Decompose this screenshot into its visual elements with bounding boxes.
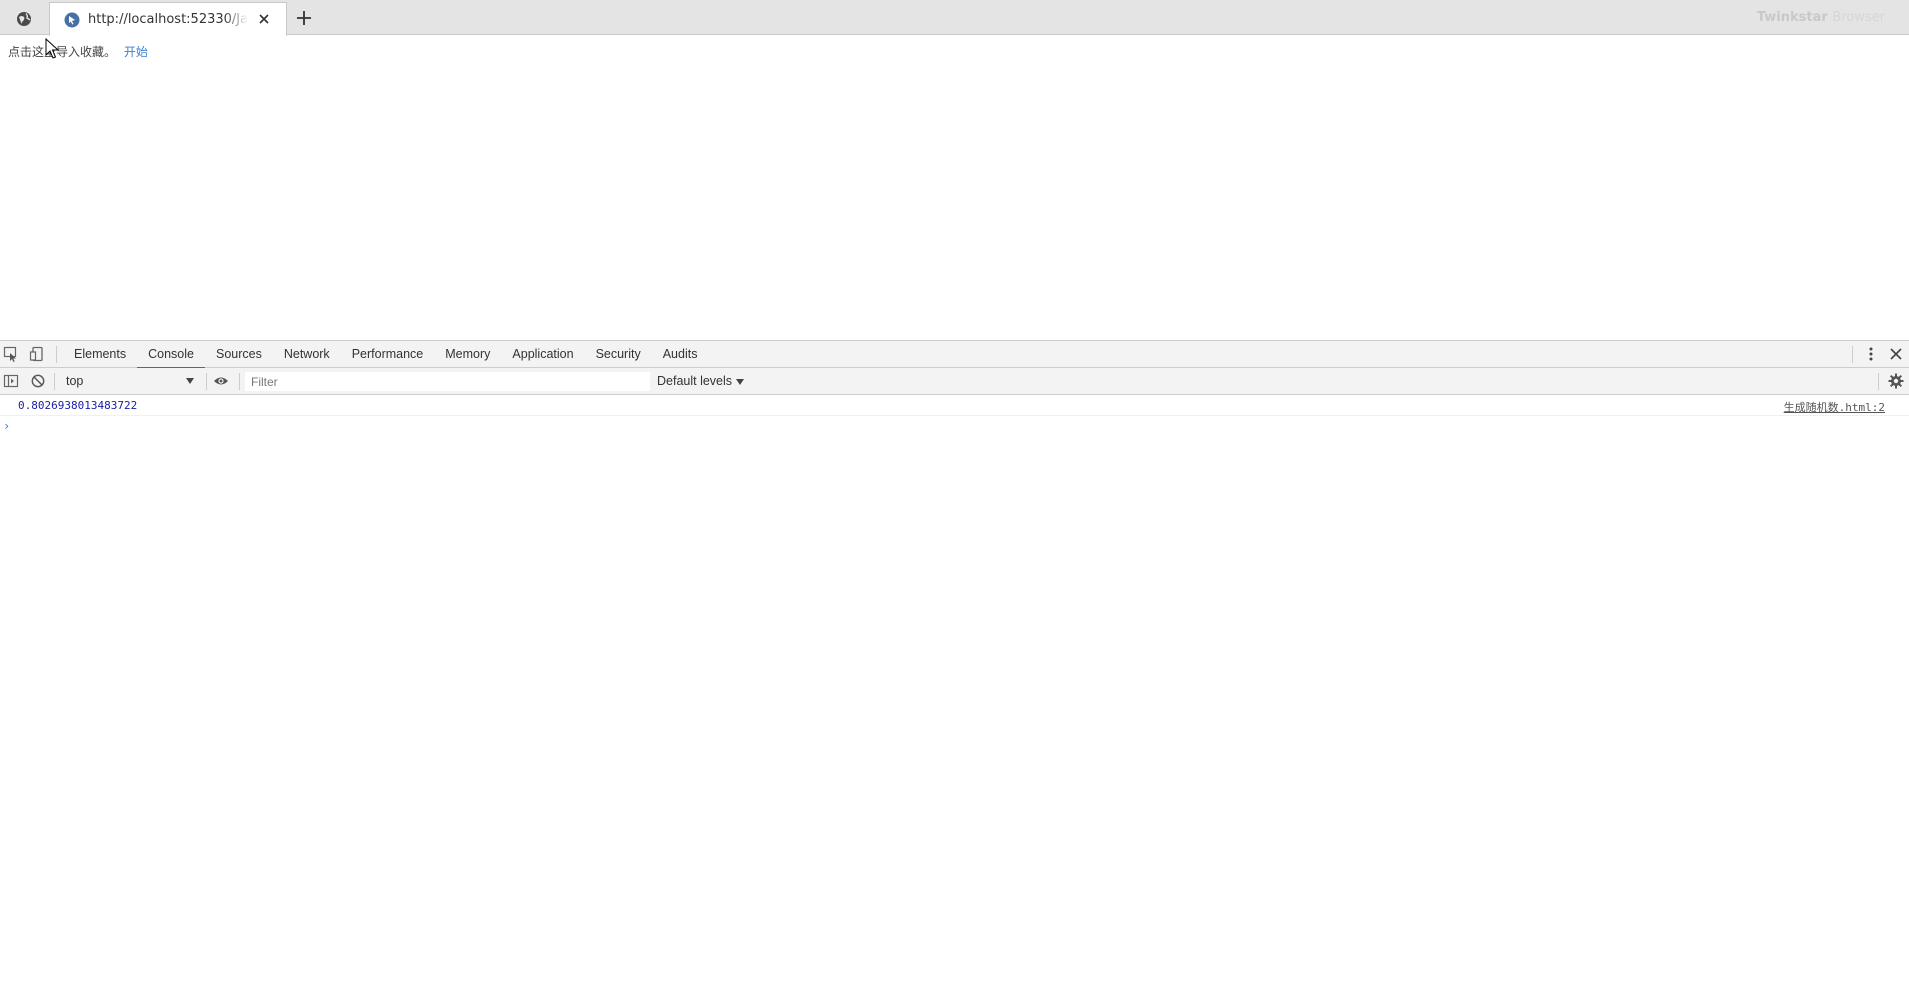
- toolbar-right-separator: [1878, 373, 1879, 390]
- tab-sources[interactable]: Sources: [205, 341, 273, 368]
- new-tab-button[interactable]: [292, 6, 316, 30]
- notice-start-link[interactable]: 开始: [124, 45, 148, 59]
- console-input-prompt[interactable]: ›: [3, 417, 1903, 435]
- toggle-sidebar-button[interactable]: [2, 372, 20, 390]
- toolbar-separator: [54, 373, 55, 390]
- browser-brand: Twinkstar Browser: [1757, 10, 1885, 25]
- inspect-element-button[interactable]: [2, 345, 20, 363]
- device-toolbar-button[interactable]: [28, 345, 46, 363]
- console-source-link[interactable]: 生成随机数.html:2: [1784, 399, 1885, 415]
- toolbar-separator: [206, 373, 207, 390]
- console-message-row: 0.8026938013483722 生成随机数.html:2: [0, 396, 1909, 416]
- tabbar-separator: [56, 346, 57, 363]
- tab-title: http://localhost:52330/JavaScript: [88, 12, 248, 27]
- device-icon: [29, 346, 43, 362]
- devtools-tabbar: Elements Console Sources Network Perform…: [0, 341, 1909, 369]
- context-selector[interactable]: top: [60, 372, 198, 391]
- console-log-value[interactable]: 0.8026938013483722: [18, 399, 137, 412]
- console-settings-button[interactable]: [1887, 372, 1905, 390]
- dropdown-arrow-icon: [186, 378, 194, 384]
- gear-icon: [1888, 373, 1904, 389]
- brand-suffix: Browser: [1832, 10, 1885, 25]
- close-devtools-button[interactable]: [1887, 345, 1905, 363]
- tab-network[interactable]: Network: [273, 341, 341, 368]
- mouse-cursor-icon: [45, 38, 59, 59]
- tab-console[interactable]: Console: [137, 341, 205, 369]
- tab-application[interactable]: Application: [501, 341, 584, 368]
- notice-text: 点击这里导入收藏。: [8, 45, 117, 59]
- levels-label: Default levels: [657, 374, 733, 388]
- tab-elements[interactable]: Elements: [63, 341, 137, 368]
- toolbar-separator: [239, 373, 240, 390]
- globe-icon: [17, 12, 31, 26]
- live-expression-button[interactable]: [212, 372, 230, 390]
- devtools-menu-button[interactable]: [1862, 345, 1880, 363]
- dropdown-arrow-icon: [736, 378, 745, 385]
- browser-tab-active[interactable]: http://localhost:52330/JavaScript: [49, 2, 287, 36]
- prompt-chevron-icon: ›: [3, 419, 11, 433]
- clear-icon: [31, 374, 45, 388]
- context-value: top: [66, 374, 84, 388]
- eye-icon: [214, 377, 228, 385]
- console-toolbar: top Default levels: [0, 368, 1909, 395]
- tab-security[interactable]: Security: [585, 341, 652, 368]
- devtools-tabs: Elements Console Sources Network Perform…: [63, 341, 709, 369]
- close-tab-icon[interactable]: [256, 11, 272, 27]
- browser-tabstrip: http://localhost:52330/JavaScript Twinks…: [0, 0, 1909, 36]
- console-filter-input[interactable]: [245, 372, 650, 391]
- plus-icon: [297, 11, 311, 25]
- tab-performance[interactable]: Performance: [341, 341, 435, 368]
- devtools-panel: Elements Console Sources Network Perform…: [0, 340, 1909, 986]
- brand-name: Twinkstar: [1756, 10, 1828, 25]
- sidebar-icon: [3, 374, 19, 388]
- more-vertical-icon: [1869, 347, 1873, 361]
- tab-audits[interactable]: Audits: [652, 341, 709, 368]
- site-favicon-icon: [64, 12, 80, 27]
- close-icon: [1890, 348, 1902, 360]
- tabbar-right-separator: [1852, 346, 1853, 363]
- tab-memory[interactable]: Memory: [434, 341, 501, 368]
- home-tab-button[interactable]: [0, 3, 48, 35]
- clear-console-button[interactable]: [29, 372, 47, 390]
- inspect-icon: [3, 346, 17, 362]
- bookmark-import-notice: 点击这里导入收藏。 开始: [8, 43, 148, 60]
- log-levels-dropdown[interactable]: Default levels: [657, 372, 745, 391]
